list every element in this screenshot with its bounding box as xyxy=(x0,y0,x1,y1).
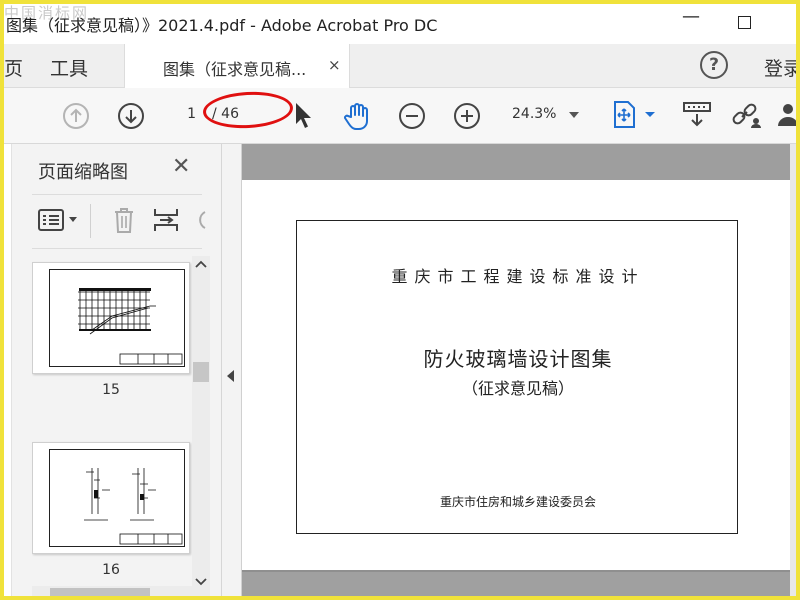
select-cursor-icon[interactable] xyxy=(290,100,316,130)
document-view: 重庆市工程建设标准设计 防火玻璃墙设计图集 （征求意见稿） 重庆市住房和城乡建设… xyxy=(242,144,800,600)
tab-close-button[interactable]: × xyxy=(328,56,341,74)
panel-divider xyxy=(32,194,202,195)
maximize-button[interactable] xyxy=(738,16,751,29)
minimize-button[interactable]: — xyxy=(682,6,700,27)
thumbnail-label-15: 15 xyxy=(102,382,120,398)
rotate-page-icon[interactable] xyxy=(194,208,206,232)
thumbnail-options-icon[interactable] xyxy=(38,208,64,232)
panel-toolbar xyxy=(32,200,218,244)
tab-document-label: 图集（征求意见稿... xyxy=(163,60,307,79)
title-bar: 中国消标网 图集（征求意见稿）》2021.4.pdf - Adobe Acrob… xyxy=(0,0,800,44)
zoom-out-icon[interactable] xyxy=(398,102,426,130)
cover-title: 防火玻璃墙设计图集 xyxy=(423,347,613,371)
collapse-arrow-icon[interactable] xyxy=(227,370,234,382)
thumbnail-page-border-2 xyxy=(49,449,185,547)
horizontal-scrollbar-thumb[interactable] xyxy=(50,588,150,596)
tab-home[interactable]: 页 xyxy=(4,54,23,81)
zoom-dropdown-caret-icon[interactable] xyxy=(569,112,579,118)
pdf-page: 重庆市工程建设标准设计 防火玻璃墙设计图集 （征求意见稿） 重庆市住房和城乡建设… xyxy=(242,180,790,570)
previous-page-edge xyxy=(242,144,790,180)
delete-page-icon[interactable] xyxy=(112,206,136,234)
cover-issuer: 重庆市住房和城乡建设委员会 xyxy=(439,495,596,509)
fit-dropdown-caret-icon[interactable] xyxy=(644,110,656,120)
panel-divider-2 xyxy=(32,248,202,249)
next-page-edge xyxy=(242,572,790,600)
thumbnail-scrollbar[interactable] xyxy=(192,256,210,590)
share-link-icon[interactable] xyxy=(730,100,762,130)
user-icon[interactable] xyxy=(776,100,800,130)
tab-document[interactable]: 图集（征求意见稿... × xyxy=(124,44,350,89)
cover-frame: 重庆市工程建设标准设计 防火玻璃墙设计图集 （征求意见稿） 重庆市住房和城乡建设… xyxy=(296,220,738,534)
thumbnail-page-border xyxy=(49,269,185,367)
panel-close-button[interactable]: ✕ xyxy=(172,154,190,179)
panel-strip xyxy=(0,144,12,600)
page-number-input[interactable]: 1 xyxy=(174,106,196,122)
insert-page-icon[interactable] xyxy=(152,206,180,234)
fit-page-icon[interactable] xyxy=(612,100,638,130)
document-scrollbar[interactable] xyxy=(790,144,800,600)
login-button[interactable]: 登录 xyxy=(764,54,800,81)
keyboard-download-icon[interactable] xyxy=(682,100,712,130)
toolbar: 1 / 46 24.3% xyxy=(0,88,800,144)
next-page-icon[interactable] xyxy=(117,102,145,130)
panel-collapse-bar[interactable] xyxy=(222,144,242,600)
tab-bar: 页 工具 图集（征求意见稿... × ? 登录 xyxy=(0,44,800,89)
scroll-up-icon[interactable] xyxy=(195,260,207,268)
thumbnail-page-15[interactable] xyxy=(32,262,190,374)
window-title: 图集（征求意见稿）》2021.4.pdf - Adobe Acrobat Pro… xyxy=(6,16,438,35)
thumbnail-list: 15 16 xyxy=(32,256,192,596)
scroll-down-icon[interactable] xyxy=(195,578,207,586)
thumbnail-panel: 页面缩略图 ✕ 15 16 xyxy=(0,144,222,600)
thumbnail-drawing-2 xyxy=(84,468,183,545)
tab-tools[interactable]: 工具 xyxy=(50,54,88,81)
toolbar-divider xyxy=(90,204,91,238)
options-dropdown-caret-icon[interactable] xyxy=(68,216,78,224)
horizontal-scrollbar[interactable] xyxy=(32,586,210,598)
cover-subtitle: （征求意见稿） xyxy=(461,379,574,398)
thumbnail-drawing xyxy=(78,288,183,365)
zoom-in-icon[interactable] xyxy=(453,102,481,130)
previous-page-icon[interactable] xyxy=(62,102,90,130)
hand-tool-icon[interactable] xyxy=(342,100,374,132)
scrollbar-thumb[interactable] xyxy=(193,362,209,382)
panel-title: 页面缩略图 xyxy=(38,162,128,183)
thumbnail-page-16[interactable] xyxy=(32,442,190,554)
thumbnail-label-16: 16 xyxy=(102,562,120,578)
cover-organization: 重庆市工程建设标准设计 xyxy=(391,267,645,286)
help-icon[interactable]: ? xyxy=(700,51,728,79)
zoom-level[interactable]: 24.3% xyxy=(512,106,556,122)
